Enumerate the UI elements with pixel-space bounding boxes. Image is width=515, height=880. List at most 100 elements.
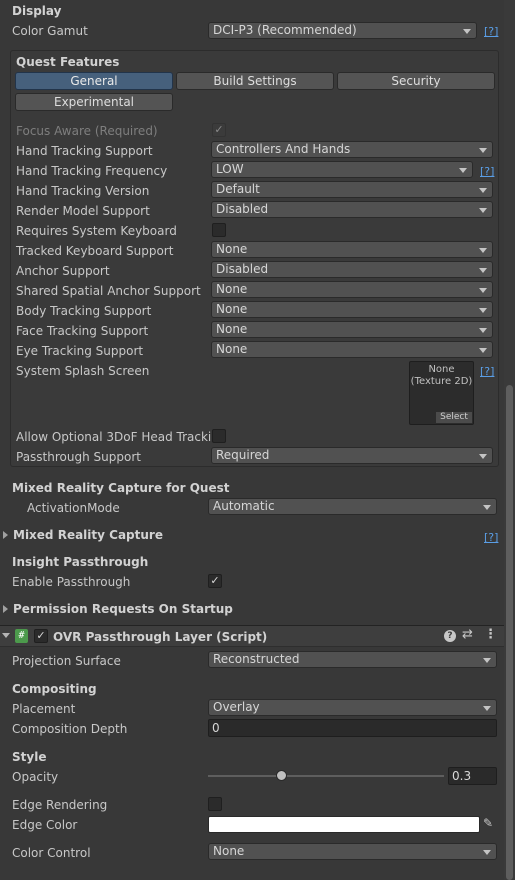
help-icon[interactable]: ? xyxy=(444,630,456,642)
eye-tracking-support-dropdown[interactable]: None xyxy=(211,341,493,358)
shared-spatial-anchor-support-value: None xyxy=(216,282,248,296)
chevron-down-icon xyxy=(479,268,487,273)
passthrough-support-dropdown[interactable]: Required xyxy=(211,447,493,464)
help-link-color-gamut[interactable]: [?] xyxy=(484,26,498,38)
checkmark-icon: ✓ xyxy=(210,574,220,587)
chevron-down-icon xyxy=(463,29,471,34)
shared-spatial-anchor-support-label: Shared Spatial Anchor Support xyxy=(16,284,201,298)
anchor-support-dropdown[interactable]: Disabled xyxy=(211,261,493,278)
scrollbar-thumb[interactable] xyxy=(506,385,513,880)
hand-tracking-frequency-label: Hand Tracking Frequency xyxy=(16,164,168,178)
tab-general[interactable]: General xyxy=(15,72,173,90)
hand-tracking-version-label: Hand Tracking Version xyxy=(16,184,150,198)
allow-3dof-checkbox[interactable] xyxy=(212,429,226,443)
chevron-down-icon xyxy=(479,328,487,333)
anchor-support-label: Anchor Support xyxy=(16,264,110,278)
enable-passthrough-checkbox[interactable]: ✓ xyxy=(208,574,222,588)
help-link-hand-tracking-frequency[interactable]: [?] xyxy=(480,166,494,178)
chevron-down-icon xyxy=(483,658,491,663)
component-title: OVR Passthrough Layer (Script) xyxy=(53,630,268,644)
hand-tracking-frequency-value: LOW xyxy=(216,162,244,176)
chevron-down-icon xyxy=(479,248,487,253)
chevron-down-icon xyxy=(479,148,487,153)
mrc-quest-header: Mixed Reality Capture for Quest xyxy=(12,481,230,495)
edge-rendering-label: Edge Rendering xyxy=(12,798,108,812)
activation-mode-dropdown[interactable]: Automatic xyxy=(208,498,497,515)
chevron-down-icon xyxy=(479,288,487,293)
eye-tracking-support-value: None xyxy=(216,342,248,356)
collapse-arrow-icon[interactable] xyxy=(2,633,10,638)
foldout-arrow-icon[interactable] xyxy=(3,605,8,613)
system-splash-screen-label: System Splash Screen xyxy=(16,364,150,378)
face-tracking-support-value: None xyxy=(216,322,248,336)
hand-tracking-support-dropdown[interactable]: Controllers And Hands xyxy=(211,141,493,158)
tab-security[interactable]: Security xyxy=(337,72,495,90)
face-tracking-support-label: Face Tracking Support xyxy=(16,324,149,338)
help-link-mrc[interactable]: [?] xyxy=(484,532,498,544)
allow-3dof-label: Allow Optional 3DoF Head Trackin xyxy=(16,430,219,444)
projection-surface-value: Reconstructed xyxy=(213,652,300,666)
color-gamut-label: Color Gamut xyxy=(12,24,88,38)
checkmark-icon: ✓ xyxy=(214,123,224,136)
face-tracking-support-dropdown[interactable]: None xyxy=(211,321,493,338)
body-tracking-support-dropdown[interactable]: None xyxy=(211,301,493,318)
foldout-arrow-icon[interactable] xyxy=(3,531,8,539)
mixed-reality-capture-header[interactable]: Mixed Reality Capture xyxy=(13,528,163,542)
tab-build-settings[interactable]: Build Settings xyxy=(176,72,334,90)
hand-tracking-support-label: Hand Tracking Support xyxy=(16,144,153,158)
display-header: Display xyxy=(12,4,62,18)
help-link-splash[interactable]: [?] xyxy=(480,366,494,378)
chevron-down-icon xyxy=(479,454,487,459)
edge-color-swatch[interactable] xyxy=(208,816,480,833)
tab-experimental[interactable]: Experimental xyxy=(15,93,173,111)
focus-aware-label: Focus Aware (Required) xyxy=(16,124,158,138)
opacity-slider-track[interactable] xyxy=(208,775,444,777)
color-gamut-dropdown[interactable]: DCI-P3 (Recommended) xyxy=(208,22,477,39)
opacity-slider-handle[interactable] xyxy=(276,770,287,781)
activation-mode-label: ActivationMode xyxy=(27,501,120,515)
activation-mode-value: Automatic xyxy=(213,499,275,513)
requires-system-keyboard-label: Requires System Keyboard xyxy=(16,224,177,238)
edge-rendering-checkbox[interactable] xyxy=(208,797,222,811)
chevron-down-icon xyxy=(483,505,491,510)
more-options-icon[interactable]: ⋮ xyxy=(484,628,497,642)
component-enabled-checkbox[interactable]: ✓ xyxy=(34,629,48,643)
splash-select-button[interactable]: Select xyxy=(436,412,472,423)
chevron-down-icon xyxy=(479,208,487,213)
color-control-label: Color Control xyxy=(12,846,91,860)
body-tracking-support-value: None xyxy=(216,302,248,316)
chevron-down-icon xyxy=(479,308,487,313)
passthrough-support-value: Required xyxy=(216,448,270,462)
hand-tracking-support-value: Controllers And Hands xyxy=(216,142,351,156)
placement-label: Placement xyxy=(12,702,76,716)
eye-tracking-support-label: Eye Tracking Support xyxy=(16,344,144,358)
tracked-keyboard-support-dropdown[interactable]: None xyxy=(211,241,493,258)
shared-spatial-anchor-support-dropdown[interactable]: None xyxy=(211,281,493,298)
permission-requests-header[interactable]: Permission Requests On Startup xyxy=(13,602,233,616)
hand-tracking-version-dropdown[interactable]: Default xyxy=(211,181,493,198)
script-icon: # xyxy=(15,629,28,643)
composition-depth-field[interactable]: 0 xyxy=(208,719,497,737)
requires-system-keyboard-checkbox[interactable] xyxy=(212,223,226,237)
eyedropper-icon[interactable]: ✎ xyxy=(483,815,493,831)
placement-dropdown[interactable]: Overlay xyxy=(208,699,497,716)
edge-color-label: Edge Color xyxy=(12,818,78,832)
tracked-keyboard-support-label: Tracked Keyboard Support xyxy=(16,244,174,258)
color-control-dropdown[interactable]: None xyxy=(208,843,497,860)
presets-icon[interactable]: ⇄ xyxy=(462,628,473,642)
quest-features-header: Quest Features xyxy=(16,55,120,69)
insight-passthrough-header: Insight Passthrough xyxy=(12,555,149,569)
projection-surface-dropdown[interactable]: Reconstructed xyxy=(208,651,497,668)
style-header: Style xyxy=(12,750,47,764)
tracked-keyboard-support-value: None xyxy=(216,242,248,256)
focus-aware-checkbox: ✓ xyxy=(212,123,226,137)
render-model-support-label: Render Model Support xyxy=(16,204,150,218)
projection-surface-label: Projection Surface xyxy=(12,654,121,668)
composition-depth-label: Composition Depth xyxy=(12,722,128,736)
hand-tracking-frequency-dropdown[interactable]: LOW xyxy=(211,161,473,178)
splash-texture-slot[interactable]: None (Texture 2D) Select xyxy=(409,361,474,425)
opacity-label: Opacity xyxy=(12,770,59,784)
render-model-support-dropdown[interactable]: Disabled xyxy=(211,201,493,218)
chevron-down-icon xyxy=(479,188,487,193)
opacity-field[interactable]: 0.3 xyxy=(448,767,497,785)
